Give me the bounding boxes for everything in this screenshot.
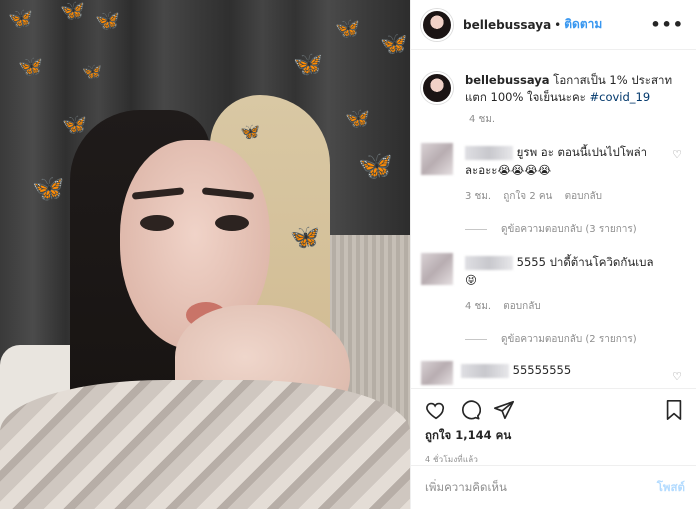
instagram-post: 🦋 🦋 🦋 🦋 🦋 🦋 🦋 🦋 🦋 🦋 🦋 🦋 🦋 🦋 bellebussaya… bbox=[0, 0, 696, 509]
more-options-icon[interactable]: ••• bbox=[650, 15, 684, 34]
post-button[interactable]: โพสต์ bbox=[657, 479, 685, 497]
post-side-panel: bellebussaya • ติดตาม ••• bellebussaya โ… bbox=[410, 0, 696, 509]
reply-button[interactable]: ตอบกลับ bbox=[565, 191, 602, 202]
butterfly-icon: 🦋 bbox=[32, 174, 65, 204]
butterfly-icon: 🦋 bbox=[293, 50, 323, 78]
share-send-icon[interactable] bbox=[493, 399, 515, 421]
separator-dot: • bbox=[554, 17, 562, 32]
add-comment-bar: เพิ่มความคิดเห็น โพสต์ bbox=[411, 465, 696, 509]
divider bbox=[465, 229, 487, 230]
follow-button[interactable]: ติดตาม bbox=[564, 15, 602, 34]
view-replies-label: ดูข้อความตอบกลับ (2 รายการ) bbox=[501, 334, 637, 345]
post-photo[interactable]: 🦋 🦋 🦋 🦋 🦋 🦋 🦋 🦋 🦋 🦋 🦋 🦋 🦋 🦋 bbox=[0, 0, 410, 509]
heart-icon[interactable]: ♡ bbox=[672, 370, 682, 383]
photo-shirt bbox=[0, 380, 410, 509]
avatar[interactable] bbox=[421, 72, 453, 104]
view-replies-button[interactable]: ดูข้อความตอบกลับ (2 รายการ) bbox=[465, 332, 696, 347]
butterfly-icon: 🦋 bbox=[95, 8, 120, 32]
butterfly-icon: 🦋 bbox=[358, 149, 393, 182]
list-item: 5555 ปาดี้ต้านโควิดกันเบล 😝 bbox=[411, 253, 696, 289]
username-link[interactable]: bellebussaya bbox=[463, 18, 551, 32]
comment-text: 😝 bbox=[465, 273, 477, 287]
post-header: bellebussaya • ติดตาม ••• bbox=[411, 0, 696, 50]
avatar[interactable] bbox=[421, 253, 453, 285]
post-caption: bellebussaya โอกาสเป็น 1% ประสาทแตก 100%… bbox=[411, 50, 696, 106]
post-actions: ถูกใจ 1,144 คน 4 ชั่วโมงที่แล้ว bbox=[411, 388, 696, 466]
comment-username[interactable] bbox=[465, 255, 513, 270]
caption-time: 4 ชม. bbox=[469, 114, 496, 125]
butterfly-icon: 🦋 bbox=[60, 0, 85, 22]
comment-bubble-icon[interactable] bbox=[459, 399, 481, 421]
like-count[interactable]: ถูกใจ 1,144 คน bbox=[425, 427, 685, 445]
heart-icon[interactable]: ♡ bbox=[672, 148, 682, 161]
butterfly-icon: 🦋 bbox=[290, 223, 320, 251]
view-replies-button[interactable]: ดูข้อความตอบกลับ (3 รายการ) bbox=[465, 222, 696, 237]
comment-text: ละอะะ😭😭😭😭 bbox=[465, 163, 552, 177]
comment-input[interactable]: เพิ่มความคิดเห็น bbox=[425, 479, 657, 497]
avatar[interactable] bbox=[421, 8, 453, 41]
comment-meta: 3 ชม. ถูกใจ 2 คน ตอบกลับ bbox=[465, 189, 696, 204]
caption-username[interactable]: bellebussaya bbox=[465, 73, 550, 87]
comment-text: ยูรพ อะ ตอนนี้เปนไปโพล่า bbox=[516, 145, 648, 159]
comment-text: 5555 ปาดี้ต้านโควิดกันเบล bbox=[516, 255, 654, 269]
comment-likes[interactable]: ถูกใจ 2 คน bbox=[503, 191, 552, 202]
comment-time: 3 ชม. bbox=[465, 191, 492, 202]
butterfly-icon: 🦋 bbox=[82, 62, 102, 81]
view-replies-label: ดูข้อความตอบกลับ (3 รายการ) bbox=[501, 224, 637, 235]
butterfly-icon: 🦋 bbox=[345, 106, 370, 130]
butterfly-icon: 🦋 bbox=[380, 32, 408, 57]
hashtag-link[interactable]: #covid_19 bbox=[589, 90, 650, 104]
comment-username[interactable] bbox=[461, 363, 509, 378]
comment-meta: 4 ชม. ตอบกลับ bbox=[465, 299, 696, 314]
butterfly-icon: 🦋 bbox=[240, 122, 260, 141]
comment-username[interactable] bbox=[465, 145, 513, 160]
comment-list: ยูรพ อะ ตอนนี้เปนไปโพล่า ละอะะ😭😭😭😭 ♡ 3 ช… bbox=[411, 143, 696, 385]
list-item: ยูรพ อะ ตอนนี้เปนไปโพล่า ละอะะ😭😭😭😭 ♡ bbox=[411, 143, 696, 179]
butterfly-icon: 🦋 bbox=[8, 6, 33, 30]
list-item: 55555555 ♡ bbox=[411, 361, 696, 385]
reply-button[interactable]: ตอบกลับ bbox=[503, 301, 540, 312]
like-heart-icon[interactable] bbox=[425, 399, 447, 421]
bookmark-icon[interactable] bbox=[663, 399, 685, 421]
comment-text: 55555555 bbox=[512, 363, 572, 377]
avatar[interactable] bbox=[421, 361, 453, 385]
butterfly-icon: 🦋 bbox=[18, 54, 43, 78]
avatar[interactable] bbox=[421, 143, 453, 175]
butterfly-icon: 🦋 bbox=[62, 112, 87, 136]
comment-time: 4 ชม. bbox=[465, 301, 492, 312]
divider bbox=[465, 339, 487, 340]
butterfly-icon: 🦋 bbox=[335, 16, 360, 40]
